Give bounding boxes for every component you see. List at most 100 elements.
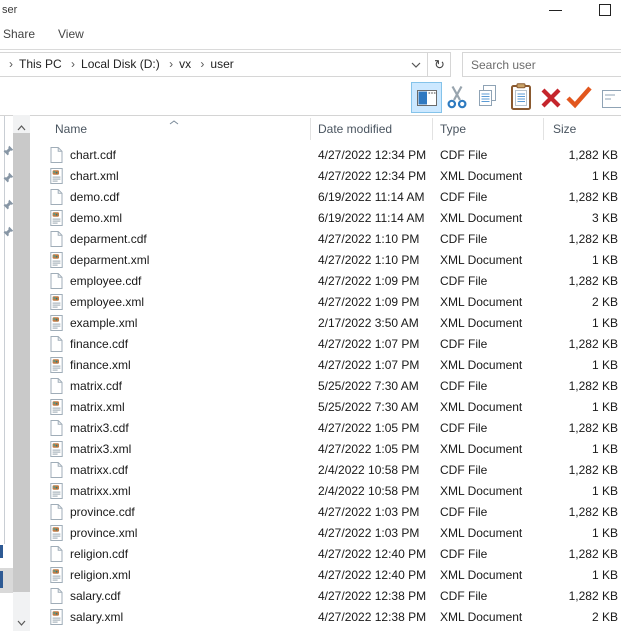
file-row[interactable]: matrix3.cdf 4/27/2022 1:05 PM CDF File 1,28… — [0, 418, 621, 439]
file-size: 1,282 KB — [568, 463, 618, 477]
breadcrumb-user[interactable]: user — [210, 57, 233, 71]
form-button-partial[interactable] — [602, 90, 621, 108]
cut-button[interactable] — [447, 84, 467, 110]
breadcrumb-chevron-icon[interactable]: › — [200, 57, 204, 71]
file-row[interactable]: employee.xml 4/27/2022 1:09 PM XML Documen… — [0, 292, 621, 313]
file-icon — [50, 315, 64, 336]
preview-pane-toggle-button[interactable] — [411, 82, 442, 113]
toolbar-separator — [0, 115, 621, 116]
file-row[interactable]: chart.cdf 4/27/2022 12:34 PM CDF File 1,282… — [0, 145, 621, 166]
paste-button[interactable] — [510, 83, 532, 111]
cdf-file-icon — [50, 546, 63, 562]
file-size: 3 KB — [591, 211, 618, 225]
file-icon — [50, 336, 64, 357]
file-row[interactable]: demo.xml 6/19/2022 11:14 AM XML Document 3 … — [0, 208, 621, 229]
file-date-modified: 4/27/2022 12:34 PM — [318, 148, 427, 162]
file-icon — [50, 147, 64, 168]
file-icon — [50, 504, 64, 525]
tab-view[interactable]: View — [58, 27, 84, 44]
breadcrumb-local-disk-d[interactable]: Local Disk (D:) — [81, 57, 160, 71]
minimize-button[interactable] — [542, 0, 570, 22]
address-dropdown-button[interactable] — [406, 53, 426, 76]
refresh-button[interactable]: ↻ — [428, 53, 451, 76]
breadcrumb-chevron-icon[interactable]: › — [71, 57, 75, 71]
file-size: 1,282 KB — [568, 148, 618, 162]
file-row[interactable]: finance.cdf 4/27/2022 1:07 PM CDF File 1,28… — [0, 334, 621, 355]
file-date-modified: 4/27/2022 12:40 PM — [318, 547, 427, 561]
file-row[interactable]: salary.xml 4/27/2022 12:38 PM XML Document… — [0, 607, 621, 628]
file-date-modified: 4/27/2022 1:05 PM — [318, 442, 420, 456]
file-size: 1 KB — [591, 568, 618, 582]
column-separator[interactable] — [432, 118, 433, 140]
scrollbar-up-button[interactable] — [17, 120, 26, 134]
file-row[interactable]: religion.xml 4/27/2022 12:40 PM XML Docume… — [0, 565, 621, 586]
column-header-type[interactable]: Type — [440, 119, 466, 139]
file-name: matrix.cdf — [70, 379, 123, 393]
minimize-icon — [549, 10, 562, 11]
file-icon — [50, 420, 64, 441]
maximize-button[interactable] — [592, 0, 620, 22]
file-date-modified: 2/17/2022 3:50 AM — [318, 316, 419, 330]
cdf-file-icon — [50, 420, 63, 436]
xml-file-icon — [50, 483, 63, 499]
file-row[interactable]: province.xml 4/27/2022 1:03 PM XML Documen… — [0, 523, 621, 544]
file-size: 1 KB — [591, 400, 618, 414]
file-name: deparment.xml — [70, 253, 150, 267]
breadcrumb-chevron-icon[interactable]: › — [169, 57, 173, 71]
xml-file-icon — [50, 609, 63, 625]
file-row[interactable]: employee.cdf 4/27/2022 1:09 PM CDF File 1,2… — [0, 271, 621, 292]
file-size: 1,282 KB — [568, 232, 618, 246]
file-row[interactable]: matrix3.xml 4/27/2022 1:05 PM XML Document… — [0, 439, 621, 460]
file-name: employee.xml — [70, 295, 145, 309]
column-separator[interactable] — [310, 118, 311, 140]
file-row[interactable]: matrix.xml 5/25/2022 7:30 AM XML Document 1… — [0, 397, 621, 418]
file-name: employee.cdf — [70, 274, 142, 288]
cdf-file-icon — [50, 147, 63, 163]
file-name: province.cdf — [70, 505, 135, 519]
file-row[interactable]: salary.cdf 4/27/2022 12:38 PM CDF File 1,28… — [0, 586, 621, 607]
breadcrumb-vx[interactable]: vx — [179, 57, 191, 71]
file-row[interactable]: deparment.xml 4/27/2022 1:10 PM XML Docume… — [0, 250, 621, 271]
file-row[interactable]: religion.cdf 4/27/2022 12:40 PM CDF File 1,… — [0, 544, 621, 565]
breadcrumb: › This PC › Local Disk (D:) › vx › user — [3, 53, 234, 76]
column-header-name[interactable]: Name — [55, 119, 87, 139]
file-icon — [50, 378, 64, 399]
file-row[interactable]: demo.cdf 6/19/2022 11:14 AM CDF File 1,282 … — [0, 187, 621, 208]
file-row[interactable]: matrixx.xml 2/4/2022 10:58 PM XML Document… — [0, 481, 621, 502]
xml-file-icon — [50, 525, 63, 541]
file-name: matrix3.xml — [70, 442, 132, 456]
breadcrumb-chevron-icon[interactable]: › — [9, 57, 13, 71]
file-date-modified: 5/25/2022 7:30 AM — [318, 400, 419, 414]
sort-ascending-icon — [169, 114, 179, 128]
column-header-date-modified[interactable]: Date modified — [318, 119, 392, 139]
xml-file-icon — [50, 315, 63, 331]
file-row[interactable]: example.xml 2/17/2022 3:50 AM XML Document… — [0, 313, 621, 334]
file-name: matrix3.cdf — [70, 421, 129, 435]
file-row[interactable]: matrix.cdf 5/25/2022 7:30 AM CDF File 1,282… — [0, 376, 621, 397]
column-separator[interactable] — [543, 118, 544, 140]
file-size: 1,282 KB — [568, 547, 618, 561]
file-icon — [50, 567, 64, 588]
file-icon — [50, 483, 64, 504]
file-icon — [50, 273, 64, 294]
form-icon — [602, 90, 621, 108]
apply-check-button[interactable] — [565, 85, 593, 109]
file-row[interactable]: deparment.cdf 4/27/2022 1:10 PM CDF File 1,… — [0, 229, 621, 250]
file-icon — [50, 546, 64, 567]
copy-button[interactable] — [476, 84, 498, 110]
search-box — [462, 52, 621, 77]
breadcrumb-this-pc[interactable]: This PC — [19, 57, 62, 71]
file-date-modified: 4/27/2022 1:03 PM — [318, 526, 420, 540]
delete-button[interactable] — [540, 87, 562, 109]
search-input[interactable] — [471, 54, 621, 75]
file-icon — [50, 399, 64, 420]
file-date-modified: 4/27/2022 12:38 PM — [318, 610, 427, 624]
file-row[interactable]: finance.xml 4/27/2022 1:07 PM XML Document… — [0, 355, 621, 376]
file-row[interactable]: chart.xml 4/27/2022 12:34 PM XML Document 1… — [0, 166, 621, 187]
file-row[interactable]: province.cdf 4/27/2022 1:03 PM CDF File 1,2… — [0, 502, 621, 523]
file-name: demo.xml — [70, 211, 123, 225]
file-icon — [50, 189, 64, 210]
column-header-size[interactable]: Size — [553, 119, 576, 139]
tab-share[interactable]: Share — [3, 27, 35, 44]
file-row[interactable]: matrixx.cdf 2/4/2022 10:58 PM CDF File 1,28… — [0, 460, 621, 481]
